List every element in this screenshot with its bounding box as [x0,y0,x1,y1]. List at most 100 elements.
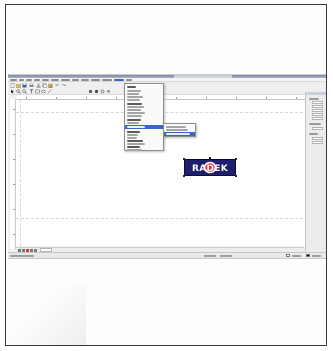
menu-option[interactable] [127,134,138,136]
menu-item[interactable] [51,78,59,81]
redo-icon[interactable] [61,83,66,88]
drawing-canvas[interactable] [16,100,318,246]
radek-logo[interactable]: RADEK [184,159,236,176]
menu-option[interactable] [127,146,140,148]
zoom-in-icon[interactable] [16,88,21,94]
menu-option[interactable] [127,131,140,133]
guide-line [20,100,21,246]
menu-item[interactable] [42,78,49,81]
docker-title-bar [306,92,326,95]
docker-label [309,98,319,100]
line-tool-icon[interactable] [47,88,52,94]
outline-tool-icon[interactable] [100,89,105,94]
copy-icon[interactable] [42,82,47,88]
submenu-option[interactable] [166,129,188,131]
menu-option[interactable] [127,115,142,117]
docker-label [309,123,321,125]
selection-handle[interactable] [235,175,237,177]
ruler-tick [206,97,207,99]
ruler-tick [296,97,297,99]
menu-option[interactable] [127,96,143,98]
menu-item[interactable] [81,78,89,81]
menu-option[interactable] [127,122,139,124]
ruler-tick [266,97,267,99]
menu-item[interactable] [102,78,112,81]
menu-item[interactable] [126,78,132,81]
menu-option[interactable] [127,103,142,105]
menu-item[interactable] [91,78,100,81]
menu-item[interactable] [26,78,32,81]
ruler-tick [13,159,15,160]
ruler-tick [26,97,27,99]
menu-item[interactable] [19,78,24,81]
text-tool-icon[interactable] [29,89,34,94]
ruler-tick [13,184,15,185]
docker-field[interactable] [312,117,323,120]
print-icon[interactable] [29,82,34,88]
outline-swatch[interactable] [306,254,310,257]
menu-item[interactable] [72,78,79,81]
docker-field[interactable] [312,141,323,144]
pointer-icon[interactable] [10,89,15,94]
menu-option[interactable] [127,137,137,139]
menu-item[interactable] [61,78,70,81]
menu-option[interactable] [127,106,144,108]
menu-option[interactable] [127,109,141,111]
menu-item[interactable] [34,78,40,81]
menu-option-highlighted[interactable] [125,125,163,129]
zoom-out-icon[interactable] [22,88,27,94]
tools-toolbar [8,88,326,95]
docker-field[interactable] [312,127,323,130]
menu-option[interactable] [127,90,141,92]
status-bar [8,252,326,258]
submenu-option-highlighted[interactable] [164,132,195,136]
ruler-tick [86,97,87,99]
menu-option[interactable] [127,112,145,114]
rectangle-tool-icon[interactable] [35,89,40,94]
selection-handle[interactable] [183,158,185,160]
status-fill-label [292,255,301,257]
menu-option-highlighted-label [127,126,145,128]
docker-field[interactable] [312,113,323,116]
menu-item[interactable] [10,78,17,81]
menu-item-open[interactable] [114,78,124,81]
ruler-tick [13,209,15,210]
object-properties-docker [305,92,326,258]
status-coordinate [204,255,216,257]
selection-handle[interactable] [235,158,237,160]
menu-option[interactable] [127,143,145,145]
docker-field[interactable] [312,109,323,112]
docker-field[interactable] [312,105,323,108]
submenu-option[interactable] [166,126,186,128]
ruler-tick [56,97,57,99]
new-document-icon[interactable] [10,82,15,88]
status-coordinate [220,255,232,257]
ruler-tick [236,97,237,99]
menu-option[interactable] [127,99,140,101]
menu-option[interactable] [127,149,142,151]
cut-icon[interactable] [36,82,41,88]
paste-icon[interactable] [48,83,53,88]
menu-option[interactable] [127,86,136,88]
selection-handle[interactable] [183,175,185,177]
fill-swatch[interactable] [286,254,290,257]
fill-tool-icon[interactable] [94,89,99,94]
ellipse-tool-icon[interactable] [41,89,46,94]
menu-option[interactable] [127,140,143,142]
docker-field[interactable] [312,101,323,104]
menu-option[interactable] [127,93,139,95]
docker-field[interactable] [312,137,323,140]
node-tool-icon[interactable] [88,89,93,94]
open-folder-icon[interactable] [16,83,21,88]
logo-text: RADEK [192,164,229,174]
undo-icon[interactable] [55,83,60,88]
frame-shadow [6,285,86,345]
selection-handle[interactable] [209,157,211,159]
ruler-tick [176,97,177,99]
menu-option[interactable] [127,119,141,121]
save-icon[interactable] [22,83,27,88]
layers-icon[interactable] [106,89,111,94]
guide-line [16,218,318,219]
status-outline-label [312,255,321,257]
menu-submenu [163,123,196,137]
